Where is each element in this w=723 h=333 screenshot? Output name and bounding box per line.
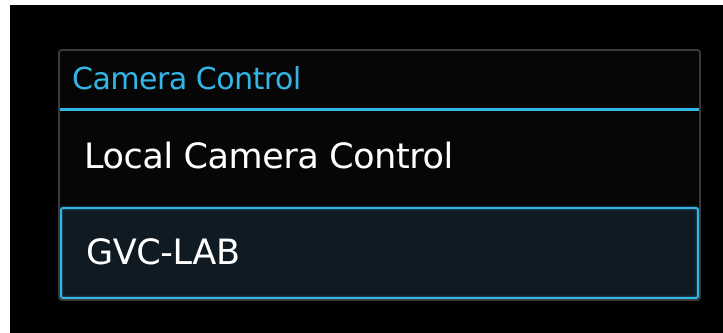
screen: Camera Control Local Camera Control GVC-… <box>10 5 723 333</box>
option-label: GVC-LAB <box>86 233 240 273</box>
option-gvc-lab[interactable]: GVC-LAB <box>60 207 699 299</box>
option-label: Local Camera Control <box>84 137 453 177</box>
camera-control-dialog: Camera Control Local Camera Control GVC-… <box>58 49 701 301</box>
dialog-title: Camera Control <box>60 51 699 111</box>
option-local-camera-control[interactable]: Local Camera Control <box>60 114 699 205</box>
